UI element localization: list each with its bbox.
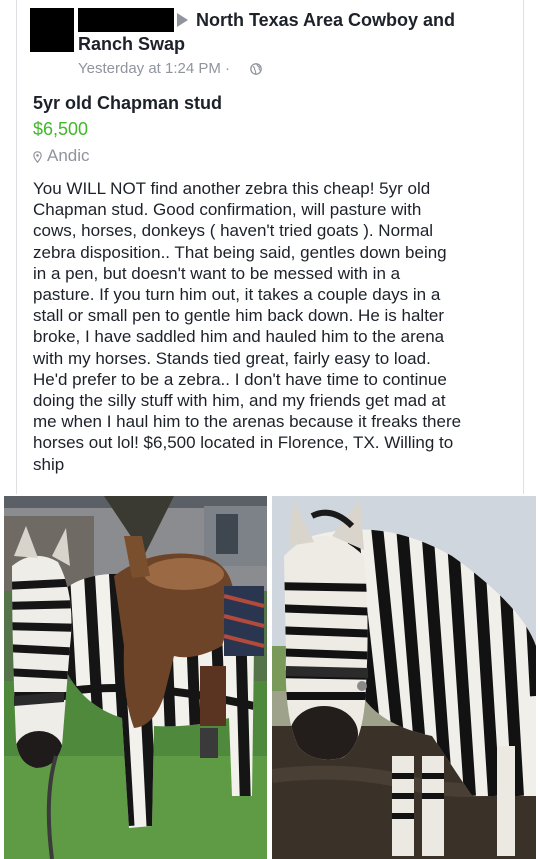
description-line: ship (33, 454, 65, 474)
description-line: You WILL NOT find another zebra this che… (33, 179, 431, 198)
description-line: broke, I have saddled him and hauled him… (33, 327, 445, 347)
listing-price: $6,500 (33, 119, 89, 139)
pin-icon (33, 151, 42, 163)
description-line: in a pen, but doesn't want to be messed … (33, 263, 401, 283)
arrow-right-icon (177, 13, 188, 27)
poster-name-redacted[interactable] (78, 8, 174, 32)
description-line: He'd prefer to be a zebra.. I don't have… (33, 369, 447, 389)
description-line: pasture. If you turn him out, it takes a… (33, 285, 441, 305)
description-line: stall or small pen to gentle him back do… (33, 306, 445, 326)
description-line: horses out lol! $6,500 located in Floren… (33, 433, 454, 453)
listing-location[interactable]: Andic (47, 146, 90, 166)
description-line: Chapman stud. Good confirmation, will pa… (33, 200, 422, 220)
description-line: me when I haul him to the arenas because… (33, 412, 462, 432)
post-timestamp[interactable]: Yesterday at 1:24 PM · (78, 60, 230, 77)
description-line: zebra disposition.. That being said, gen… (33, 242, 447, 262)
description-line: with my horses. Stands tied great, fairl… (33, 348, 431, 368)
listing-title: 5yr old Chapman stud (33, 93, 223, 113)
listing-description: You WILL NOT find another zebra this che… (33, 178, 515, 475)
globe-icon (250, 63, 262, 75)
description-line: cows, horses, donkeys ( haven't tried go… (33, 221, 434, 241)
zebra-with-saddle-photo[interactable] (4, 496, 267, 859)
zebra-portrait-photo[interactable] (272, 496, 536, 859)
avatar-redacted[interactable] (30, 8, 74, 52)
description-line: doing the silly stuff with him, and my f… (33, 391, 446, 411)
group-name[interactable]: North Texas Area Cowboy and (196, 10, 455, 31)
group-name-continued[interactable]: Ranch Swap (78, 34, 185, 55)
